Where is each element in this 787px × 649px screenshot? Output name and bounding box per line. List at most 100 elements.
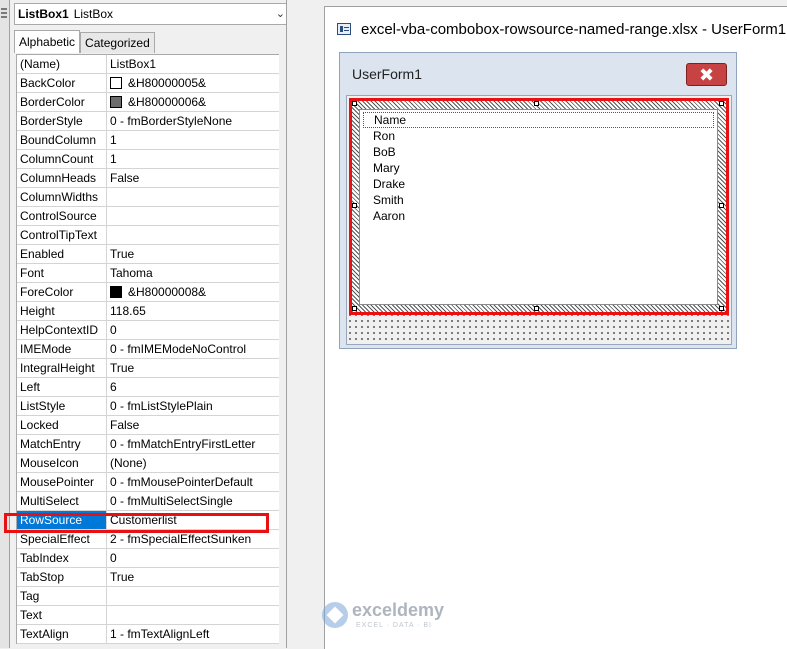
property-value[interactable]: 1 (107, 131, 279, 149)
property-row[interactable]: MultiSelect 0 - fmMultiSelectSingle (17, 492, 279, 511)
property-value[interactable]: &H80000006& (107, 93, 279, 111)
resize-handle[interactable] (719, 306, 724, 311)
property-row[interactable]: BorderStyle 0 - fmBorderStyleNone (17, 112, 279, 131)
property-row[interactable]: BoundColumn 1 (17, 131, 279, 150)
property-name[interactable]: Font (17, 264, 107, 282)
tab-alphabetic[interactable]: Alphabetic (14, 30, 81, 53)
property-row[interactable]: Font Tahoma (17, 264, 279, 283)
listbox-item[interactable]: BoB (360, 144, 717, 160)
listbox-item[interactable]: Mary (360, 160, 717, 176)
tab-categorized[interactable]: Categorized (80, 32, 155, 53)
property-value[interactable] (107, 587, 279, 605)
property-name[interactable]: ColumnCount (17, 150, 107, 168)
property-value[interactable]: True (107, 568, 279, 586)
property-name[interactable]: Locked (17, 416, 107, 434)
property-name[interactable]: MultiSelect (17, 492, 107, 510)
property-row[interactable]: ColumnWidths (17, 188, 279, 207)
listbox-item[interactable]: Name (363, 112, 714, 128)
resize-handle[interactable] (352, 101, 357, 106)
property-value[interactable]: 6 (107, 378, 279, 396)
chevron-down-icon[interactable]: ⌄ (276, 7, 285, 20)
property-name[interactable]: TabIndex (17, 549, 107, 567)
property-row[interactable]: TextAlign 1 - fmTextAlignLeft (17, 625, 279, 644)
listbox-item[interactable]: Smith (360, 192, 717, 208)
property-name[interactable]: (Name) (17, 55, 107, 73)
object-selector-dropdown[interactable]: ListBox1 ListBox ⌄ (14, 3, 286, 25)
property-row[interactable]: RowSource Customerlist (17, 511, 279, 530)
property-value[interactable]: (None) (107, 454, 279, 472)
property-value[interactable]: 1 - fmTextAlignLeft (107, 625, 279, 643)
property-name[interactable]: Enabled (17, 245, 107, 263)
property-row[interactable]: Enabled True (17, 245, 279, 264)
property-value[interactable]: False (107, 169, 279, 187)
property-row[interactable]: (Name) ListBox1 (17, 55, 279, 74)
property-row[interactable]: IntegralHeight True (17, 359, 279, 378)
listbox-item[interactable]: Ron (360, 128, 717, 144)
resize-handle[interactable] (719, 203, 724, 208)
property-value[interactable]: Customerlist (107, 511, 279, 529)
property-value[interactable]: True (107, 245, 279, 263)
property-value[interactable] (107, 188, 279, 206)
resize-handle[interactable] (719, 101, 724, 106)
listbox-item[interactable]: Aaron (360, 208, 717, 224)
property-value[interactable]: 118.65 (107, 302, 279, 320)
property-name[interactable]: Left (17, 378, 107, 396)
listbox-item[interactable]: Drake (360, 176, 717, 192)
property-row[interactable]: Height 118.65 (17, 302, 279, 321)
property-name[interactable]: MousePointer (17, 473, 107, 491)
property-row[interactable]: Text (17, 606, 279, 625)
listbox-control[interactable]: Name Ron BoB Mary Drake Smith Aaron (359, 109, 718, 305)
property-value[interactable]: 0 - fmIMEModeNoControl (107, 340, 279, 358)
property-value[interactable] (107, 207, 279, 225)
property-row[interactable]: Locked False (17, 416, 279, 435)
property-name[interactable]: BorderColor (17, 93, 107, 111)
property-name[interactable]: ForeColor (17, 283, 107, 301)
property-row[interactable]: BackColor &H80000005& (17, 74, 279, 93)
property-row[interactable]: Tag (17, 587, 279, 606)
property-name[interactable]: RowSource (17, 511, 107, 529)
property-name[interactable]: BorderStyle (17, 112, 107, 130)
resize-handle[interactable] (352, 306, 357, 311)
property-name[interactable]: Text (17, 606, 107, 624)
property-value[interactable]: 0 - fmBorderStyleNone (107, 112, 279, 130)
property-row[interactable]: MatchEntry 0 - fmMatchEntryFirstLetter (17, 435, 279, 454)
property-row[interactable]: BorderColor &H80000006& (17, 93, 279, 112)
property-name[interactable]: BoundColumn (17, 131, 107, 149)
property-row[interactable]: ColumnHeads False (17, 169, 279, 188)
property-name[interactable]: Tag (17, 587, 107, 605)
property-value[interactable] (107, 226, 279, 244)
property-row[interactable]: SpecialEffect 2 - fmSpecialEffectSunken (17, 530, 279, 549)
resize-handle[interactable] (534, 101, 539, 106)
property-row[interactable]: TabStop True (17, 568, 279, 587)
property-row[interactable]: ControlSource (17, 207, 279, 226)
property-row[interactable]: ColumnCount 1 (17, 150, 279, 169)
property-row[interactable]: ControlTipText (17, 226, 279, 245)
property-row[interactable]: ForeColor &H80000008& (17, 283, 279, 302)
property-row[interactable]: ListStyle 0 - fmListStylePlain (17, 397, 279, 416)
property-value[interactable]: True (107, 359, 279, 377)
property-value[interactable]: 0 - fmListStylePlain (107, 397, 279, 415)
property-value[interactable]: Tahoma (107, 264, 279, 282)
property-value[interactable]: 1 (107, 150, 279, 168)
property-name[interactable]: MatchEntry (17, 435, 107, 453)
resize-handle[interactable] (534, 306, 539, 311)
property-row[interactable]: TabIndex 0 (17, 549, 279, 568)
property-value[interactable]: 0 - fmMatchEntryFirstLetter (107, 435, 279, 453)
property-row[interactable]: IMEMode 0 - fmIMEModeNoControl (17, 340, 279, 359)
property-value[interactable]: 0 (107, 321, 279, 339)
property-name[interactable]: ColumnHeads (17, 169, 107, 187)
property-value[interactable]: 0 - fmMousePointerDefault (107, 473, 279, 491)
property-value[interactable]: 0 - fmMultiSelectSingle (107, 492, 279, 510)
property-name[interactable]: SpecialEffect (17, 530, 107, 548)
property-value[interactable]: ListBox1 (107, 55, 279, 73)
property-row[interactable]: MouseIcon (None) (17, 454, 279, 473)
property-value[interactable]: &H80000008& (107, 283, 279, 301)
property-name[interactable]: ListStyle (17, 397, 107, 415)
property-value[interactable]: False (107, 416, 279, 434)
property-name[interactable]: MouseIcon (17, 454, 107, 472)
property-name[interactable]: TabStop (17, 568, 107, 586)
resize-handle[interactable] (352, 203, 357, 208)
property-name[interactable]: BackColor (17, 74, 107, 92)
property-name[interactable]: ColumnWidths (17, 188, 107, 206)
close-button[interactable]: ✖ (686, 63, 727, 86)
